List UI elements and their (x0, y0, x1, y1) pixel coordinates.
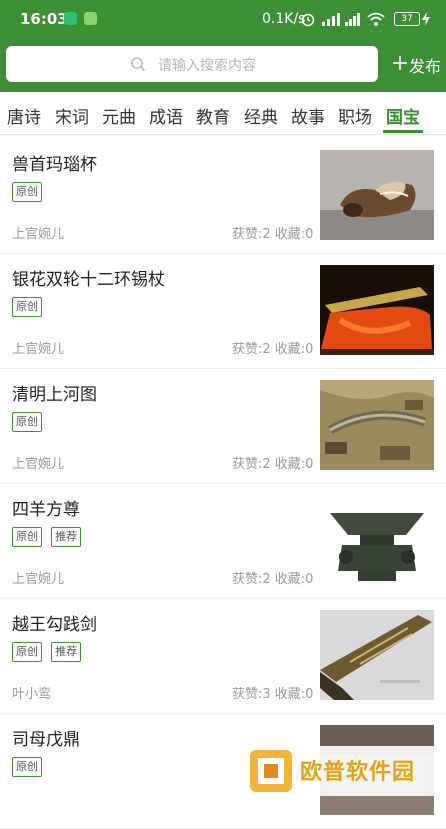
tab-tangshi[interactable]: 唐诗 (7, 103, 41, 128)
tag-original: 原创 (12, 182, 42, 202)
notification-app-icon (84, 12, 97, 25)
status-time: 16:03 (20, 10, 68, 28)
tag-original: 原创 (12, 297, 42, 317)
tab-jiaoyu[interactable]: 教育 (196, 103, 230, 128)
item-title[interactable]: 司母戊鼎 (12, 725, 80, 750)
watermark-text: 欧普软件园 (300, 760, 416, 785)
tag-original: 原创 (12, 412, 42, 432)
status-bar: 16:03 0.1K/s 37 (0, 0, 446, 38)
active-tab-indicator (383, 130, 423, 133)
list-item[interactable]: 兽首玛瑙杯 原创 上官婉儿 获赞:2 收藏:0 (0, 138, 446, 254)
item-author: 上官婉儿 (12, 342, 65, 357)
status-icons: 37 (300, 8, 440, 30)
notification-app-icon (64, 12, 77, 25)
list-item[interactable]: 银花双轮十二环锡杖 原创 上官婉儿 获赞:2 收藏:0 (0, 253, 446, 369)
search-icon (131, 57, 146, 72)
signal-icon (345, 13, 360, 26)
category-tabs: 唐诗 宋词 元曲 成语 教育 经典 故事 职场 国宝 (0, 92, 446, 135)
item-author: 上官婉儿 (12, 572, 65, 587)
tag-recommended: 推荐 (51, 527, 82, 547)
tag-group: 原创 推荐 (12, 525, 85, 547)
list-item[interactable]: 四羊方尊 原创 推荐 上官婉儿 获赞:2 收藏:0 (0, 483, 446, 599)
item-stats: 获赞:2 收藏:0 (232, 572, 314, 587)
tab-guobao[interactable]: 国宝 (386, 103, 420, 128)
app-header: 16:03 0.1K/s 37 请输入搜索内容 发布 (0, 0, 446, 92)
wifi-icon (367, 12, 385, 26)
item-stats: 获赞:2 收藏:0 (232, 342, 314, 357)
publish-button[interactable]: 发布 (409, 53, 441, 77)
tag-group: 原创 推荐 (12, 640, 85, 662)
tag-recommended: 推荐 (51, 642, 82, 662)
tab-chengyu[interactable]: 成语 (149, 103, 183, 128)
item-title[interactable]: 清明上河图 (12, 380, 97, 405)
item-stats: 获赞:2 收藏:0 (232, 457, 314, 472)
tag-original: 原创 (12, 527, 42, 547)
tag-original: 原创 (12, 757, 42, 777)
tag-group: 原创 (12, 755, 46, 777)
item-author: 上官婉儿 (12, 457, 65, 472)
tag-group: 原创 (12, 295, 46, 317)
tab-yuanqu[interactable]: 元曲 (102, 103, 136, 128)
tab-songci[interactable]: 宋词 (55, 103, 89, 128)
battery-icon: 37 (394, 12, 420, 26)
item-title[interactable]: 银花双轮十二环锡杖 (12, 265, 165, 290)
network-speed: 0.1K/s (262, 11, 306, 27)
item-thumbnail[interactable] (320, 610, 434, 700)
tag-group: 原创 (12, 180, 46, 202)
search-bar[interactable]: 请输入搜索内容 (6, 46, 378, 82)
tab-gushi[interactable]: 故事 (291, 103, 325, 128)
tag-group: 原创 (12, 410, 46, 432)
item-thumbnail[interactable] (320, 495, 434, 585)
item-author: 叶小鸾 (12, 687, 52, 702)
signal-icon (322, 13, 340, 26)
item-thumbnail[interactable] (320, 150, 434, 240)
tag-original: 原创 (12, 642, 42, 662)
item-thumbnail[interactable] (320, 380, 434, 470)
alarm-icon (301, 13, 315, 27)
list-item[interactable]: 越王勾践剑 原创 推荐 叶小鸾 获赞:3 收藏:0 (0, 598, 446, 714)
item-stats: 获赞:3 收藏:0 (232, 687, 314, 702)
search-placeholder[interactable]: 请输入搜索内容 (158, 55, 256, 75)
item-thumbnail[interactable] (320, 265, 434, 355)
item-author: 上官婉儿 (12, 227, 65, 242)
item-title[interactable]: 兽首玛瑙杯 (12, 150, 97, 175)
tab-zhichang[interactable]: 职场 (338, 103, 372, 128)
list-item[interactable]: 清明上河图 原创 上官婉儿 获赞:2 收藏:0 (0, 368, 446, 484)
plus-icon[interactable] (392, 55, 408, 71)
charging-icon (422, 12, 430, 26)
item-title[interactable]: 四羊方尊 (12, 495, 80, 520)
item-title[interactable]: 越王勾践剑 (12, 610, 97, 635)
item-stats: 获赞:2 收藏:0 (232, 227, 314, 242)
tab-jingdian[interactable]: 经典 (244, 103, 278, 128)
